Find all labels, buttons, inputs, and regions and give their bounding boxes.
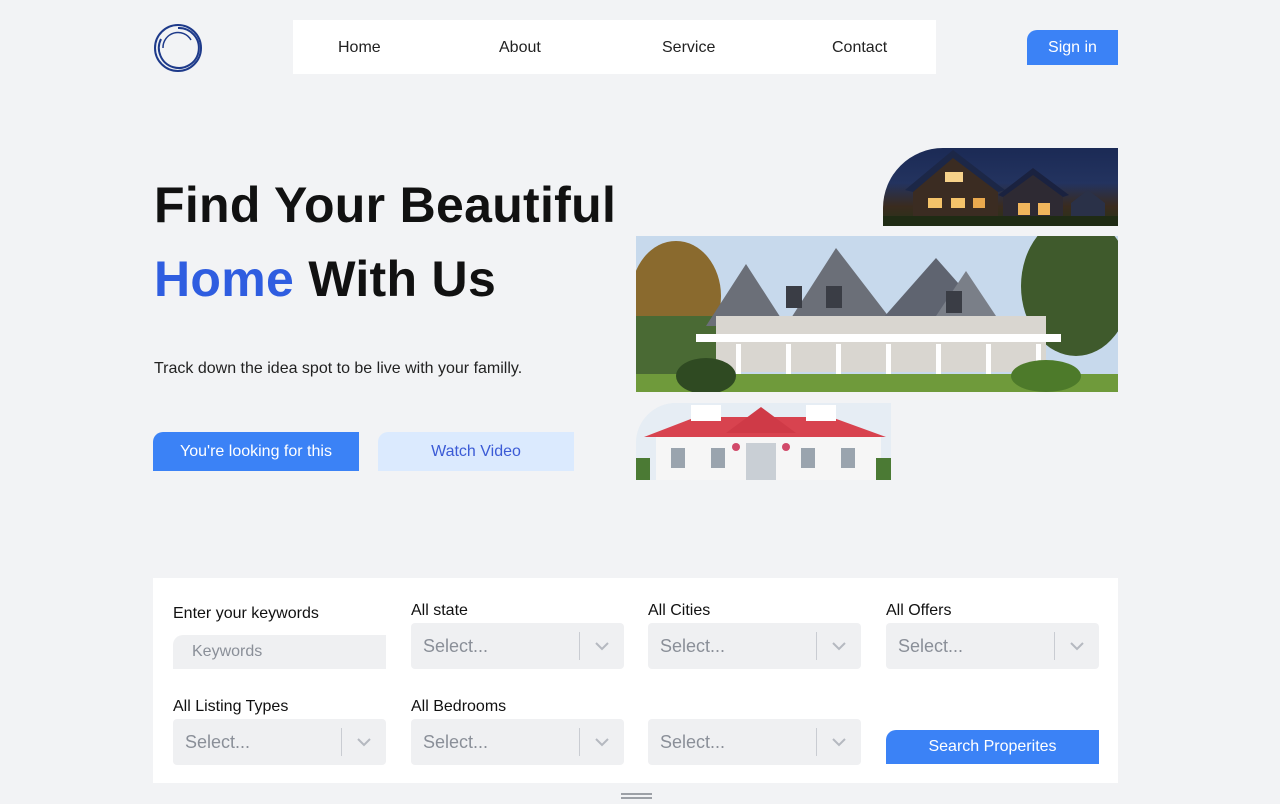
- search-properties-button[interactable]: Search Properites: [886, 730, 1099, 764]
- chevron-down-icon[interactable]: [342, 737, 386, 747]
- nav-about-link[interactable]: About: [499, 39, 541, 57]
- offers-label: All Offers: [886, 602, 952, 619]
- keywords-input[interactable]: [173, 635, 386, 669]
- keywords-label: Enter your keywords: [173, 605, 319, 622]
- cities-select[interactable]: Select...: [648, 623, 861, 669]
- hero-title-rest: With Us: [294, 251, 497, 307]
- offers-select[interactable]: Select...: [886, 623, 1099, 669]
- hero-title-line1: Find Your Beautiful: [154, 177, 617, 233]
- bedrooms-select[interactable]: Select...: [411, 719, 624, 765]
- extra-select[interactable]: Select...: [648, 719, 861, 765]
- offers-select-value: Select...: [898, 635, 964, 656]
- listing-types-label: All Listing Types: [173, 698, 289, 715]
- state-select[interactable]: Select...: [411, 623, 624, 669]
- state-label: All state: [411, 602, 468, 619]
- chevron-down-icon[interactable]: [817, 641, 861, 651]
- state-select-value: Select...: [423, 635, 489, 656]
- watch-video-button[interactable]: Watch Video: [378, 432, 574, 471]
- chevron-down-icon[interactable]: [817, 737, 861, 747]
- bedrooms-select-value: Select...: [423, 731, 489, 752]
- nav-contact-link[interactable]: Contact: [832, 39, 887, 57]
- house-image-porch: [636, 236, 1118, 392]
- logo[interactable]: [153, 23, 203, 73]
- chevron-down-icon[interactable]: [580, 641, 624, 651]
- sign-in-button[interactable]: Sign in: [1027, 30, 1118, 65]
- scroll-handle[interactable]: [621, 793, 652, 799]
- cities-label: All Cities: [648, 602, 711, 619]
- looking-for-this-button[interactable]: You're looking for this: [153, 432, 359, 471]
- hero-subtitle: Track down the idea spot to be live with…: [154, 360, 523, 377]
- listing-types-select-value: Select...: [185, 731, 251, 752]
- chevron-down-icon[interactable]: [580, 737, 624, 747]
- top-nav: Home About Service Contact: [293, 20, 936, 74]
- logo-ring-icon: [154, 24, 202, 72]
- cities-select-value: Select...: [660, 635, 726, 656]
- hero-title: Find Your Beautiful Home With Us: [154, 168, 616, 316]
- extra-select-value: Select...: [660, 731, 726, 752]
- listing-types-select[interactable]: Select...: [173, 719, 386, 765]
- house-image-red-roof: [636, 403, 891, 480]
- nav-service-link[interactable]: Service: [662, 39, 715, 57]
- hero-title-accent: Home: [154, 251, 295, 307]
- chevron-down-icon[interactable]: [1055, 641, 1099, 651]
- nav-home-link[interactable]: Home: [338, 39, 381, 57]
- property-search-panel: Enter your keywords All state Select... …: [153, 578, 1118, 783]
- house-image-night: [883, 148, 1118, 226]
- bedrooms-label: All Bedrooms: [411, 698, 507, 715]
